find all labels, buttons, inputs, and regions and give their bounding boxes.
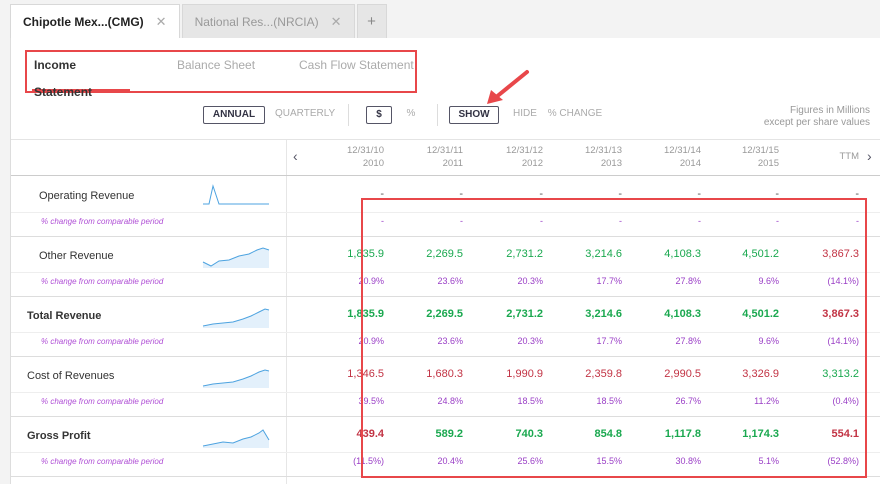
period-header: 12/31/14 2014: [631, 144, 701, 170]
tab-nrcia[interactable]: National Res...(NRCIA) ✕: [181, 4, 355, 38]
period-year: 2012: [521, 158, 543, 169]
period-year: 2011: [442, 158, 463, 169]
highlight-box: [361, 198, 867, 478]
divider: [11, 139, 880, 140]
pct-change-label: % change from comparable period: [41, 337, 164, 346]
hide-button[interactable]: HIDE: [509, 106, 541, 124]
sparkline-icon: [202, 429, 270, 448]
stock-tabs: Chipotle Mex...(CMG) ✕ National Res...(N…: [10, 4, 389, 38]
tab-cmg[interactable]: Chipotle Mex...(CMG) ✕: [10, 4, 180, 38]
period-date: 12/31/14: [664, 145, 701, 156]
period-year: 2010: [362, 158, 384, 169]
tab-cmg-label: Chipotle Mex...(CMG): [23, 14, 144, 29]
row-label: Other Revenue: [39, 250, 114, 262]
pct-change-label: % change from comparable period: [41, 457, 164, 466]
units-note-line2: except per share values: [763, 117, 870, 128]
period-header: 12/31/15 2015: [709, 144, 779, 170]
period-date: 12/31/10: [347, 145, 384, 156]
period-date: 12/31/13: [585, 145, 622, 156]
pct-change-button[interactable]: % CHANGE: [547, 106, 603, 124]
tab-balance-sheet[interactable]: Balance Sheet: [177, 52, 255, 91]
close-icon[interactable]: ✕: [156, 14, 167, 30]
period-date: 12/31/11: [426, 145, 463, 156]
tab-nrcia-label: National Res...(NRCIA): [194, 14, 319, 29]
row-label: Gross Profit: [27, 430, 91, 442]
row-label: Total Revenue: [27, 310, 102, 322]
statement-type-tabs: Income Statement Balance Sheet Cash Flow…: [25, 50, 417, 99]
close-icon[interactable]: ✕: [331, 14, 342, 30]
next-period-icon[interactable]: ›: [867, 148, 872, 164]
dollar-button[interactable]: $: [366, 106, 392, 124]
period-header: TTM: [789, 144, 859, 163]
period-year: 2014: [679, 158, 701, 169]
quarterly-button[interactable]: QUARTERLY: [275, 106, 335, 124]
period-year: TTM: [839, 151, 859, 162]
percent-button[interactable]: %: [403, 106, 419, 124]
add-tab-button[interactable]: +: [356, 4, 387, 38]
show-button[interactable]: SHOW: [449, 106, 499, 124]
period-year: 2013: [600, 158, 622, 169]
annual-button[interactable]: ANNUAL: [203, 106, 265, 124]
period-header: 12/31/13 2013: [552, 144, 622, 170]
pct-change-label: % change from comparable period: [41, 397, 164, 406]
period-header: 12/31/11 2011: [393, 144, 463, 170]
period-date: 12/31/15: [742, 145, 779, 156]
tab-income-statement[interactable]: Income Statement: [32, 52, 130, 99]
pct-change-label: % change from comparable period: [41, 277, 164, 286]
period-header: 12/31/12 2012: [473, 144, 543, 170]
sparkline-icon: [202, 308, 270, 328]
statement-panel: Income Statement Balance Sheet Cash Flow…: [10, 38, 880, 484]
pct-change-label: % change from comparable period: [41, 217, 164, 226]
sparkline-icon: [202, 369, 270, 388]
period-date: 12/31/12: [506, 145, 543, 156]
row-label: Operating Revenue: [39, 190, 135, 202]
period-year: 2015: [757, 158, 779, 169]
units-note: Figures in Millions except per share val…: [764, 105, 870, 129]
arrow-annotation-icon: [487, 70, 529, 104]
period-header: 12/31/10 2010: [314, 144, 384, 170]
divider: [437, 104, 438, 126]
prev-period-icon[interactable]: ‹: [293, 148, 298, 164]
tab-cash-flow-statement[interactable]: Cash Flow Statement: [299, 52, 414, 91]
units-note-line1: Figures in Millions: [789, 105, 870, 116]
sparkline-icon: [203, 184, 269, 205]
divider: [348, 104, 349, 126]
sparkline-icon: [202, 247, 270, 268]
row-label: Cost of Revenues: [27, 370, 115, 382]
